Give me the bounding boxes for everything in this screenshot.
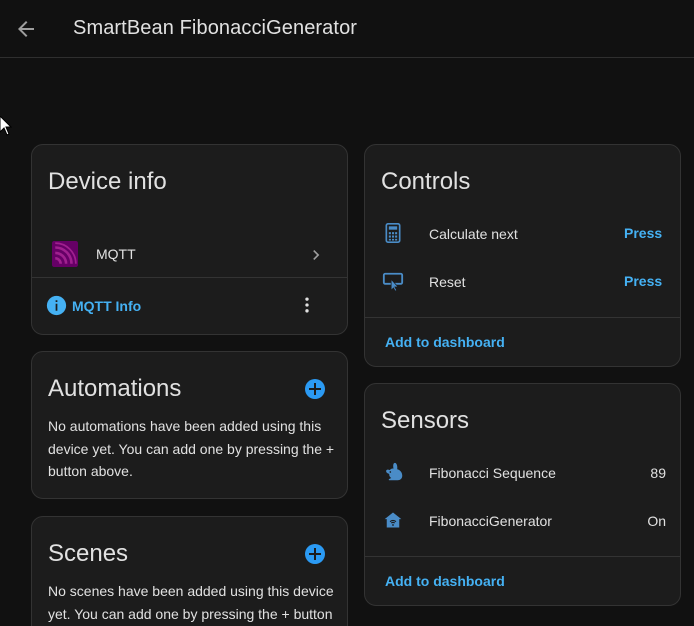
sensors-card: Sensors Fibonacci Sequence 89 FibonacciG… (364, 383, 681, 606)
home-signal-icon (384, 512, 402, 528)
sensors-divider (365, 556, 680, 557)
info-icon[interactable] (46, 295, 67, 316)
automations-card: Automations No automations have been add… (31, 351, 348, 499)
mqtt-icon (52, 241, 78, 267)
controls-divider (365, 317, 680, 318)
chevron-right-icon (313, 250, 320, 260)
automations-title: Automations (48, 375, 182, 402)
sensor-label-fibonacci-sequence: Fibonacci Sequence (429, 465, 556, 481)
press-button-calculate-next[interactable]: Press (624, 225, 662, 241)
rabbit-icon (386, 462, 403, 481)
controls-title: Controls (381, 168, 471, 195)
sensor-value-fibonacci-sequence: 89 (650, 465, 666, 481)
automations-empty-text: No automations have been added using thi… (48, 418, 335, 479)
gesture-tap-button-icon (382, 272, 404, 292)
sensors-title: Sensors (381, 407, 470, 434)
device-info-card: Device info MQTT MQTT Info (31, 144, 348, 335)
control-label-calculate-next: Calculate next (429, 226, 518, 242)
device-info-title: Device info (48, 168, 167, 195)
add-automation-button[interactable] (305, 379, 325, 399)
back-arrow-icon[interactable] (14, 17, 38, 41)
scenes-card: Scenes No scenes have been added using t… (31, 516, 348, 626)
control-row-reset: Reset Press (365, 259, 680, 303)
scenes-title: Scenes (48, 540, 129, 567)
integration-row[interactable]: MQTT (32, 233, 347, 277)
add-scene-button[interactable] (305, 544, 325, 564)
press-button-reset[interactable]: Press (624, 273, 662, 289)
mouse-cursor-icon (0, 116, 12, 136)
controls-add-to-dashboard-button[interactable]: Add to dashboard (385, 334, 505, 350)
controls-card: Controls Calculate next Press Reset Pres… (364, 144, 681, 367)
control-row-calculate-next: Calculate next Press (365, 211, 680, 255)
sensor-row-fibonacci-sequence[interactable]: Fibonacci Sequence 89 (365, 450, 680, 494)
mqtt-info-link[interactable]: MQTT Info (72, 298, 141, 314)
top-app-bar: SmartBean FibonacciGenerator (0, 0, 694, 58)
sensor-value-fibonacci-generator: On (647, 513, 666, 529)
more-vertical-icon[interactable] (297, 295, 317, 315)
device-info-divider (32, 277, 347, 278)
integration-label: MQTT (96, 246, 136, 262)
scenes-empty-text: No scenes have been added using this dev… (48, 583, 334, 622)
sensor-label-fibonacci-generator: FibonacciGenerator (429, 513, 552, 529)
page-title: SmartBean FibonacciGenerator (73, 17, 358, 39)
sensors-add-to-dashboard-button[interactable]: Add to dashboard (385, 573, 505, 589)
control-label-reset: Reset (429, 274, 466, 290)
calculator-icon (385, 223, 401, 243)
sensor-row-fibonacci-generator[interactable]: FibonacciGenerator On (365, 498, 680, 542)
